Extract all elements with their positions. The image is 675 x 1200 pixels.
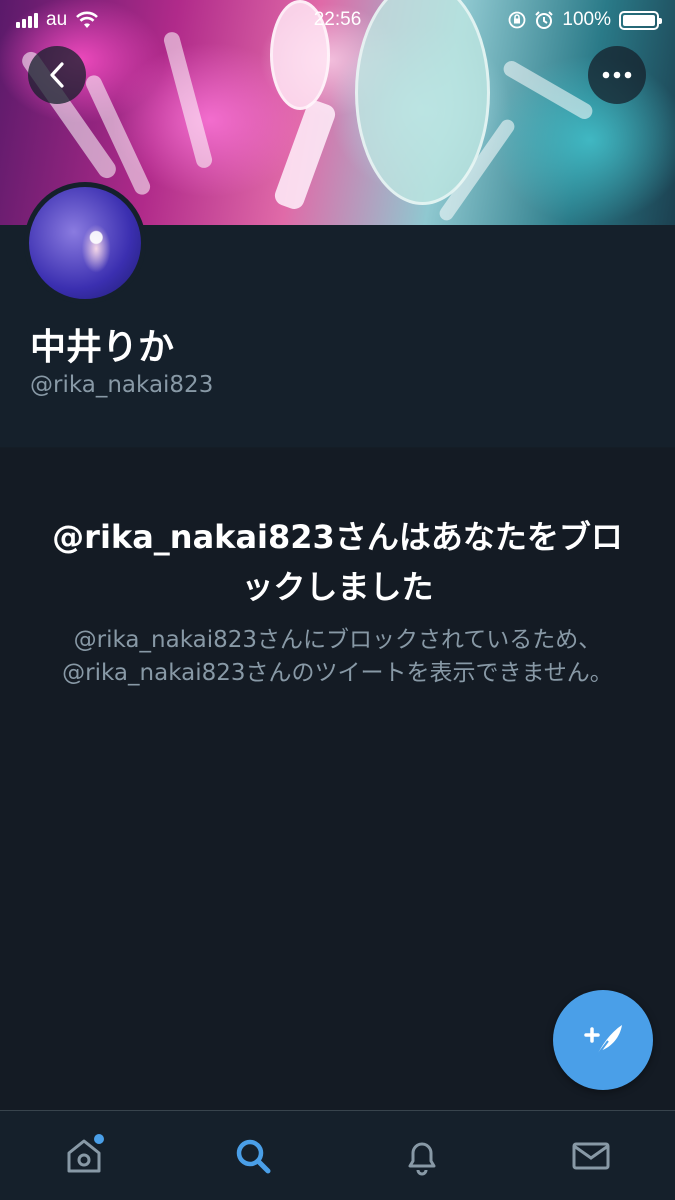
mail-icon bbox=[572, 1142, 610, 1169]
back-button[interactable] bbox=[28, 46, 86, 104]
tab-notifications[interactable] bbox=[382, 1116, 462, 1196]
tab-messages[interactable] bbox=[551, 1116, 631, 1196]
compose-tweet-button[interactable] bbox=[553, 990, 653, 1090]
profile-handle: @rika_nakai823 bbox=[30, 372, 214, 398]
compose-icon bbox=[584, 1025, 622, 1058]
alarm-icon bbox=[535, 11, 554, 29]
battery-icon bbox=[619, 10, 662, 30]
status-bar: au 22:56 100% bbox=[0, 0, 675, 40]
avatar[interactable] bbox=[24, 182, 146, 304]
tab-home[interactable] bbox=[44, 1116, 124, 1196]
tab-search[interactable] bbox=[213, 1116, 293, 1196]
bell-icon bbox=[408, 1142, 436, 1175]
more-icon bbox=[602, 71, 632, 79]
profile-name: 中井りか bbox=[30, 327, 175, 368]
blocked-description: @rika_nakai823さんにブロックされているため、@rika_nakai… bbox=[62, 627, 613, 686]
wifi-icon bbox=[76, 11, 99, 28]
notification-dot bbox=[94, 1133, 105, 1144]
battery-percent: 100% bbox=[562, 9, 611, 30]
clock: 22:56 bbox=[313, 9, 362, 30]
signal-icon bbox=[16, 12, 38, 28]
search-icon bbox=[236, 1139, 271, 1173]
more-options-button[interactable] bbox=[588, 46, 646, 104]
blocked-title: @rika_nakai823さんはあなたをブロックしました bbox=[52, 518, 623, 606]
orientation-lock-icon bbox=[508, 11, 526, 29]
chevron-left-icon bbox=[50, 62, 64, 88]
carrier-label: au bbox=[46, 9, 68, 30]
tab-bar bbox=[0, 1110, 675, 1200]
